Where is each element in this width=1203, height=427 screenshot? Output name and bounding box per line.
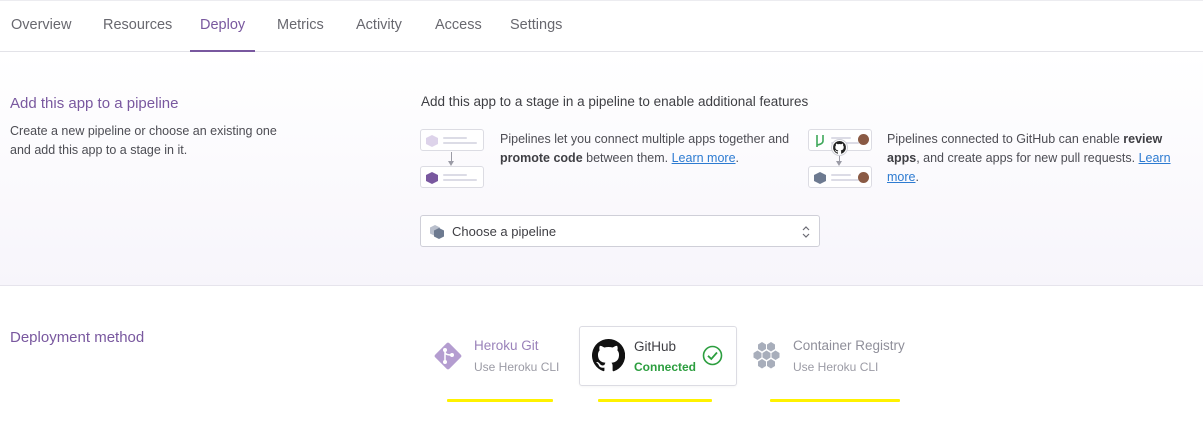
highlight-mark: [598, 399, 712, 402]
tab-deploy[interactable]: Deploy: [200, 17, 245, 33]
check-circle-icon: [702, 345, 723, 366]
highlight-mark: [447, 399, 553, 402]
pipeline-select-value: Choose a pipeline: [452, 224, 557, 239]
container-registry-icon: [753, 342, 780, 369]
tab-activity[interactable]: Activity: [356, 17, 402, 33]
tab-resources[interactable]: Resources: [103, 17, 172, 33]
deployment-method-title: Deployment method: [10, 329, 145, 346]
active-tab-indicator: [190, 50, 255, 52]
heroku-git-icon: [434, 342, 462, 370]
tab-metrics[interactable]: Metrics: [277, 17, 324, 33]
github-icon: [592, 339, 625, 372]
promote-feature-text: Pipelines let you connect multiple apps …: [500, 132, 790, 165]
pipeline-select[interactable]: Choose a pipeline: [420, 215, 820, 247]
tab-bar: Overview Resources Deploy Metrics Activi…: [0, 0, 1203, 52]
select-caret-icon: [802, 226, 810, 238]
deploy-method-github[interactable]: GitHub Connected: [579, 326, 737, 386]
review-apps-feature-text: Pipelines connected to GitHub can enable…: [887, 132, 1171, 184]
container-registry-sub: Use Heroku CLI: [793, 360, 879, 374]
github-name: GitHub: [634, 339, 677, 354]
heroku-git-name: Heroku Git: [474, 338, 539, 353]
highlight-mark: [770, 399, 900, 402]
pipeline-description: Create a new pipeline or choose an exist…: [10, 124, 277, 157]
pipeline-section: Add this app to a pipeline Create a new …: [0, 53, 1203, 286]
promote-learn-more-link[interactable]: Learn more: [672, 151, 736, 165]
container-registry-name: Container Registry: [793, 338, 905, 353]
tab-settings[interactable]: Settings: [510, 17, 562, 33]
deploy-method-heroku-git[interactable]: Heroku Git Use Heroku CLI: [425, 326, 570, 386]
github-connected-status: Connected: [634, 360, 697, 374]
heroku-git-sub: Use Heroku CLI: [474, 360, 560, 374]
tab-overview[interactable]: Overview: [11, 17, 71, 33]
tab-access[interactable]: Access: [435, 17, 482, 33]
pipeline-title: Add this app to a pipeline: [10, 95, 179, 112]
deploy-method-container-registry[interactable]: Container Registry Use Heroku CLI: [748, 326, 928, 386]
pipeline-icon: [430, 225, 444, 239]
stage-heading: Add this app to a stage in a pipeline to…: [421, 94, 809, 109]
